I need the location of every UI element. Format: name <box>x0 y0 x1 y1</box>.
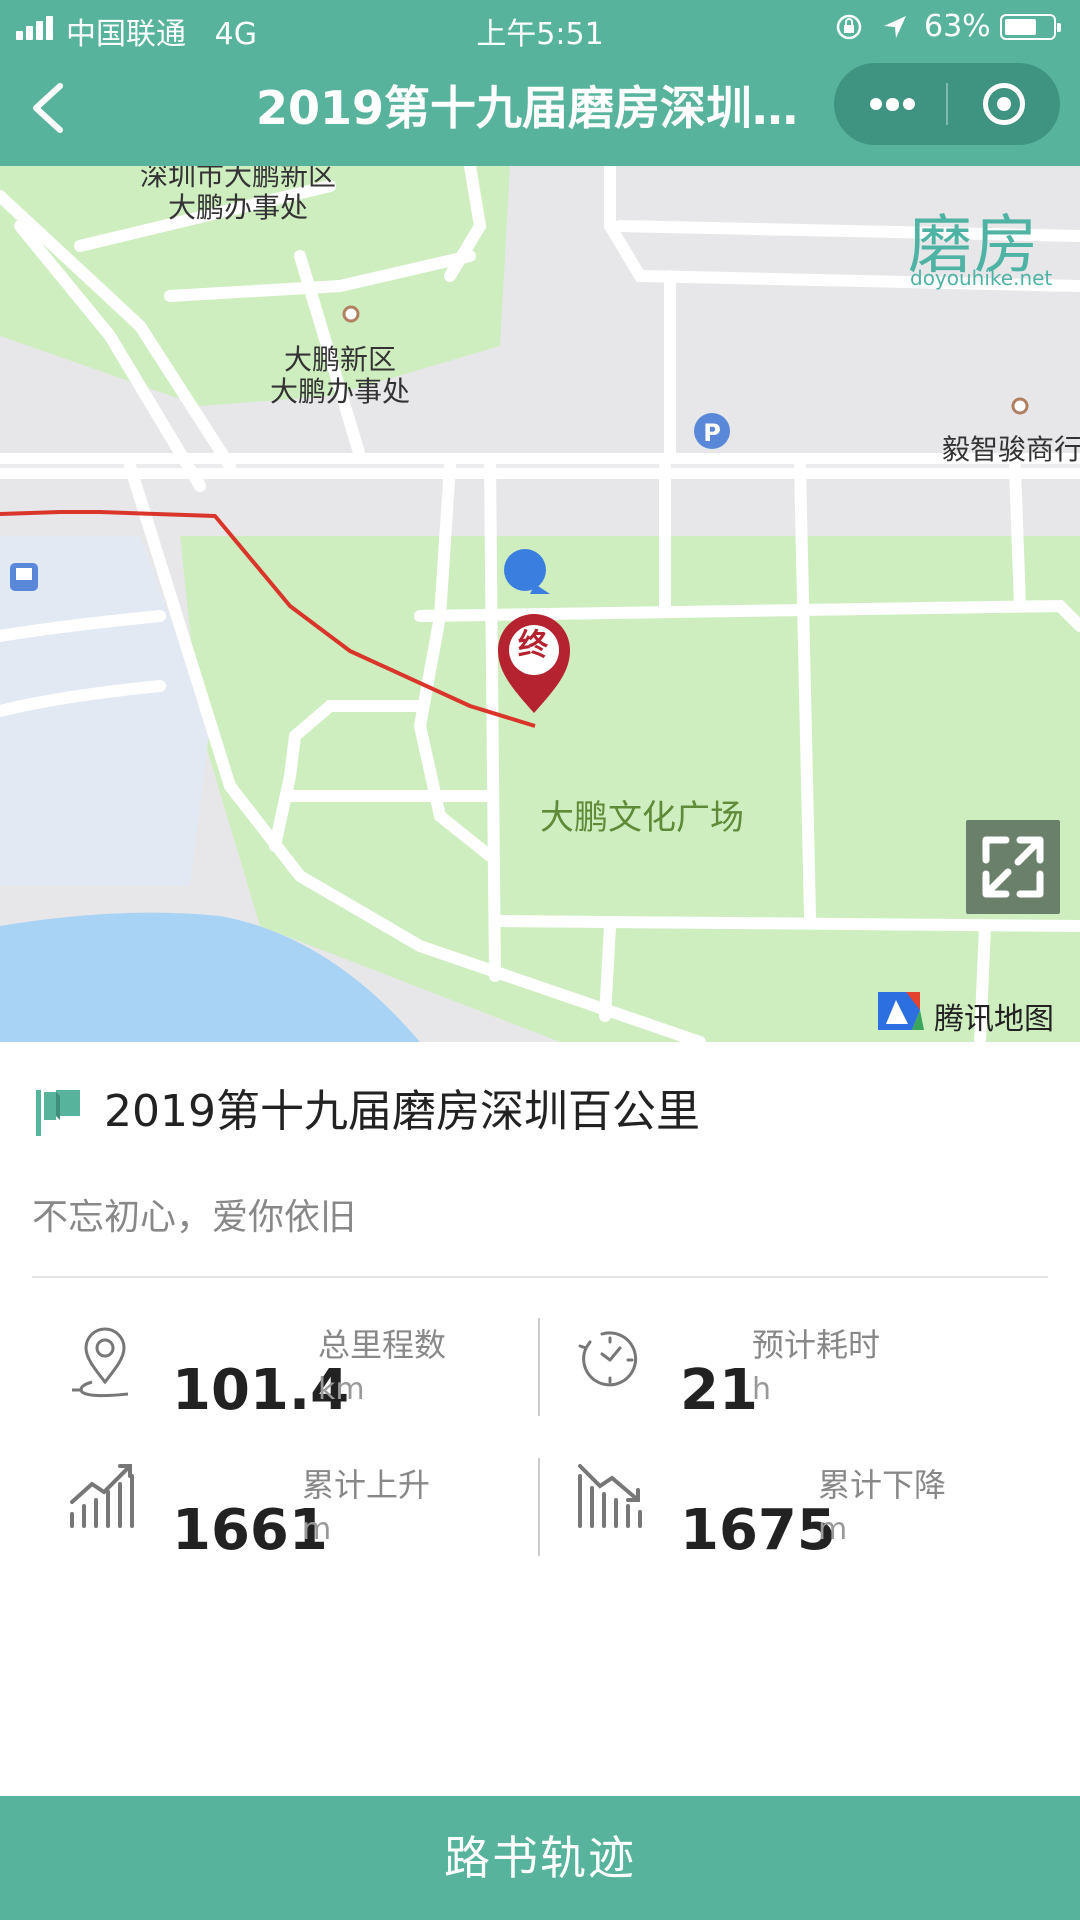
fullscreen-button[interactable] <box>966 820 1060 914</box>
location-pin-icon <box>72 1327 129 1398</box>
distance-label: 总里程数 <box>318 1326 447 1364</box>
duration-value: 21 <box>680 1358 758 1423</box>
expand-icon <box>982 836 1044 898</box>
stat-divider <box>538 1318 540 1416</box>
stat-ascent: 1661 累计上升 m <box>68 1460 538 1570</box>
descent-label: 累计下降 <box>818 1466 947 1504</box>
stat-descent: 1675 累计下降 m <box>576 1460 1046 1570</box>
stat-duration: 21 预计耗时 h <box>572 1320 1042 1430</box>
route-slogan: 不忘初心，爱你依旧 <box>32 1197 357 1238</box>
duration-label: 预计耗时 <box>752 1326 881 1364</box>
map-canvas: P <box>0 166 1080 1042</box>
ascent-chart-icon <box>70 1464 134 1528</box>
more-button[interactable] <box>834 63 946 145</box>
duration-unit: h <box>752 1372 772 1407</box>
map-label-plaza: 大鹏文化广场 <box>540 798 744 838</box>
clock-icon <box>578 1331 638 1387</box>
svg-text:P: P <box>703 419 721 447</box>
location-arrow-icon <box>884 16 906 38</box>
brand-logo-en: doyouhike.net <box>910 266 1053 290</box>
stat-distance: 101.4 总里程数 km <box>68 1320 538 1430</box>
ascent-unit: m <box>302 1512 332 1547</box>
map-label-office-top: 深圳市大鹏新区 大鹏办事处 <box>140 166 337 224</box>
clock: 上午5:51 <box>476 17 604 52</box>
flag-icon <box>36 1090 80 1136</box>
rotation-lock-icon <box>836 14 862 40</box>
distance-unit: km <box>318 1372 365 1407</box>
descent-unit: m <box>818 1512 848 1547</box>
map-label-office: 大鹏新区 大鹏办事处 <box>270 343 411 408</box>
end-marker-label: 终 <box>518 628 548 663</box>
back-button[interactable] <box>20 76 76 140</box>
battery-icon <box>1000 14 1061 40</box>
close-button[interactable] <box>948 63 1060 145</box>
descent-chart-icon <box>578 1464 642 1528</box>
top-bar: 中国联通 4G 上午5:51 63% 2019第十九届磨房深圳… <box>0 0 1080 166</box>
route-map[interactable]: P 深圳市大鹏新区 大鹏办事处 大鹏新区 大鹏办事处 毅智骏商行 大鹏文化广场 终 … <box>0 166 1080 1042</box>
divider <box>32 1276 1048 1278</box>
nav-title: 2019第十九届磨房深圳… <box>256 81 799 135</box>
descent-value: 1675 <box>680 1498 836 1563</box>
battery-percent: 63% <box>924 9 991 44</box>
tencent-map-logo-icon <box>878 992 924 1030</box>
map-attribution: 腾讯地图 <box>934 1002 1054 1037</box>
status-bar: 中国联通 4G 上午5:51 63% <box>0 0 1080 56</box>
route-track-button[interactable]: 路书轨迹 <box>0 1796 1080 1920</box>
route-title: 2019第十九届磨房深圳百公里 <box>104 1086 700 1137</box>
mini-program-capsule <box>834 63 1060 145</box>
ascent-label: 累计上升 <box>302 1466 431 1504</box>
stat-divider <box>538 1458 540 1556</box>
map-label-company: 毅智骏商行 <box>942 433 1080 466</box>
